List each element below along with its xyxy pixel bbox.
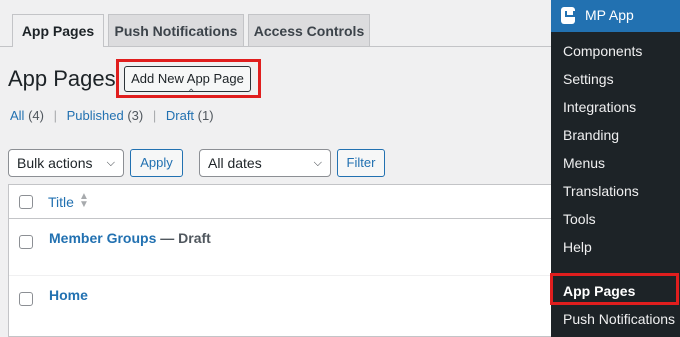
sidebar-item-help[interactable]: Help <box>563 239 592 255</box>
sidebar-item-components[interactable]: Components <box>563 43 642 59</box>
tab-access-controls[interactable]: Access Controls <box>248 14 370 46</box>
sidebar-item-push-notifications[interactable]: Push Notifications <box>563 311 675 327</box>
sidebar-item-integrations[interactable]: Integrations <box>563 99 636 115</box>
page-title: App Pages <box>8 66 116 91</box>
chevron-down-icon: ⌵ <box>106 157 115 169</box>
app-logo-icon <box>561 7 575 24</box>
separator: | <box>152 108 157 123</box>
filter-draft-count: (1) <box>197 108 214 123</box>
filter-draft-link[interactable]: Draft <box>166 108 194 123</box>
sidebar-item-translations[interactable]: Translations <box>563 183 639 199</box>
table-header: Title ▲ ▼ <box>9 185 551 219</box>
date-filter-select[interactable]: All dates ⌵ <box>199 149 331 177</box>
sidebar-app-name: MP App <box>585 7 634 23</box>
main-content: App Pages Push Notifications Access Cont… <box>0 0 551 337</box>
sidebar-item-menus[interactable]: Menus <box>563 155 605 171</box>
pages-table: Title ▲ ▼ Member Groups — Draft Home <box>8 184 551 337</box>
separator: | <box>53 108 57 123</box>
chevron-down-icon: ⌵ <box>313 157 322 169</box>
cursor-icon: ⌃ <box>187 88 196 99</box>
apply-button[interactable]: Apply <box>130 149 183 177</box>
filter-all-link[interactable]: All <box>10 108 24 123</box>
title-column-header[interactable]: Title <box>48 194 74 210</box>
row-title: Home <box>49 287 88 303</box>
sidebar-app-header[interactable]: MP App <box>551 0 680 32</box>
sidebar-item-settings[interactable]: Settings <box>563 71 614 87</box>
filter-published-link[interactable]: Published <box>67 108 124 123</box>
status-filter-links: All (4) | Published (3) | Draft (1) <box>10 108 214 123</box>
table-row: Home <box>9 275 551 332</box>
bulk-actions-value: Bulk actions <box>17 155 93 171</box>
sort-icon[interactable]: ▲ ▼ <box>79 192 89 210</box>
page-title-link[interactable]: Member Groups <box>49 230 156 246</box>
row-title: Member Groups — Draft <box>49 230 211 246</box>
filter-all-count: (4) <box>28 108 44 123</box>
filter-button[interactable]: Filter <box>337 149 385 177</box>
sidebar-item-tools[interactable]: Tools <box>563 211 596 227</box>
page-title-link[interactable]: Home <box>49 287 88 303</box>
table-row: Member Groups — Draft <box>9 219 551 275</box>
filter-published-count: (3) <box>127 108 144 123</box>
tab-push-notifications[interactable]: Push Notifications <box>108 14 244 46</box>
sidebar-item-branding[interactable]: Branding <box>563 127 619 143</box>
highlight-box <box>550 273 679 305</box>
row-checkbox[interactable] <box>19 235 33 249</box>
row-checkbox[interactable] <box>19 292 33 306</box>
bulk-actions-select[interactable]: Bulk actions ⌵ <box>8 149 124 177</box>
select-all-checkbox[interactable] <box>19 195 33 209</box>
tab-app-pages[interactable]: App Pages <box>12 14 104 47</box>
date-filter-value: All dates <box>208 155 262 171</box>
tab-bar: App Pages Push Notifications Access Cont… <box>0 0 551 47</box>
post-state: — Draft <box>156 230 211 246</box>
